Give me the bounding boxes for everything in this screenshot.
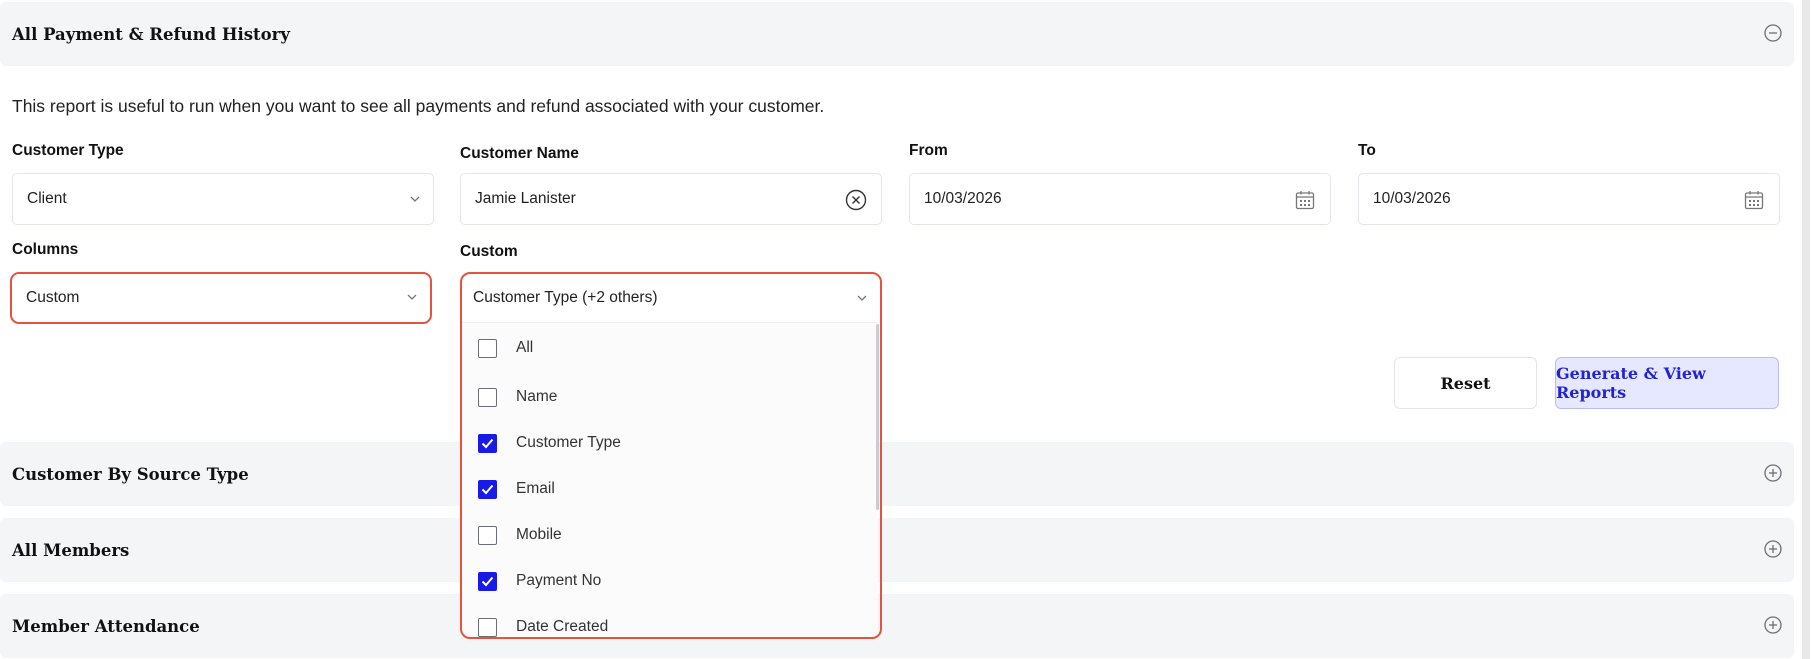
section-header-payment-refund[interactable]: All Payment & Refund History	[0, 2, 1794, 66]
minus-circle-icon[interactable]	[1764, 24, 1782, 42]
from-date-value: 10/03/2026	[924, 190, 1002, 207]
custom-label: Custom	[460, 243, 518, 260]
option-date-created[interactable]: Date Created	[478, 615, 608, 637]
generate-view-reports-button[interactable]: Generate & View Reports	[1555, 357, 1779, 409]
checkbox[interactable]	[478, 525, 497, 545]
check-icon	[481, 484, 494, 494]
columns-label: Columns	[12, 241, 79, 258]
option-label: Name	[516, 388, 558, 405]
report-description: This report is useful to run when you wa…	[12, 96, 825, 116]
option-name[interactable]: Name	[478, 385, 557, 409]
from-label: From	[909, 142, 948, 159]
dropdown-scrollbar[interactable]	[876, 324, 879, 510]
clear-icon[interactable]	[845, 189, 867, 211]
chevron-down-icon	[410, 196, 420, 202]
custom-columns-value: Customer Type (+2 others)	[473, 289, 658, 306]
to-label: To	[1358, 142, 1376, 159]
customer-type-select[interactable]: Client	[12, 173, 434, 225]
plus-circle-icon[interactable]	[1764, 616, 1782, 634]
customer-name-field[interactable]: Jamie Lanister	[460, 173, 882, 225]
columns-value: Custom	[26, 289, 80, 306]
section-header-all-members[interactable]: All Members	[0, 518, 1794, 582]
section-header-source-type[interactable]: Customer By Source Type	[0, 442, 1794, 506]
option-label: Date Created	[516, 618, 609, 635]
checkbox-checked[interactable]	[478, 479, 497, 499]
customer-type-label: Customer Type	[12, 142, 124, 159]
checkbox-checked[interactable]	[478, 571, 497, 591]
to-date-field[interactable]: 10/03/2026	[1358, 173, 1780, 225]
section-title: Customer By Source Type	[12, 464, 249, 484]
to-date-value: 10/03/2026	[1373, 190, 1451, 207]
option-all[interactable]: All	[478, 336, 533, 360]
checkbox[interactable]	[478, 338, 497, 358]
checkbox-checked[interactable]	[478, 433, 497, 453]
section-title: All Members	[12, 540, 130, 560]
from-date-field[interactable]: 10/03/2026	[909, 173, 1331, 225]
section-title: All Payment & Refund History	[12, 24, 290, 44]
plus-circle-icon[interactable]	[1764, 464, 1782, 482]
option-email[interactable]: Email	[478, 477, 555, 501]
custom-columns-select[interactable]: Customer Type (+2 others)	[460, 272, 882, 324]
calendar-icon[interactable]	[1294, 189, 1316, 211]
chevron-down-icon	[857, 295, 867, 301]
customer-name-label: Customer Name	[460, 145, 579, 162]
columns-select[interactable]: Custom	[10, 272, 432, 324]
option-label: Email	[516, 480, 555, 497]
check-icon	[481, 576, 494, 586]
customer-type-value: Client	[27, 190, 67, 207]
option-payment-no[interactable]: Payment No	[478, 569, 601, 593]
chevron-down-icon	[407, 294, 417, 300]
option-label: Customer Type	[516, 434, 621, 451]
customer-name-value: Jamie Lanister	[475, 190, 576, 207]
calendar-icon[interactable]	[1743, 189, 1765, 211]
page-scrollbar-thumb[interactable]	[1802, 0, 1810, 659]
section-title: Member Attendance	[12, 616, 200, 636]
checkbox[interactable]	[478, 617, 497, 637]
plus-circle-icon[interactable]	[1764, 540, 1782, 558]
check-icon	[481, 438, 494, 448]
option-customer-type[interactable]: Customer Type	[478, 431, 621, 455]
option-label: Payment No	[516, 572, 602, 589]
reset-button[interactable]: Reset	[1394, 357, 1537, 409]
option-label: Mobile	[516, 526, 562, 543]
custom-columns-dropdown[interactable]: All Name Customer Type Email Mobile Paym…	[460, 322, 878, 637]
option-label: All	[516, 339, 534, 356]
checkbox[interactable]	[478, 387, 497, 407]
section-header-member-attendance[interactable]: Member Attendance	[0, 594, 1794, 658]
option-mobile[interactable]: Mobile	[478, 523, 562, 547]
